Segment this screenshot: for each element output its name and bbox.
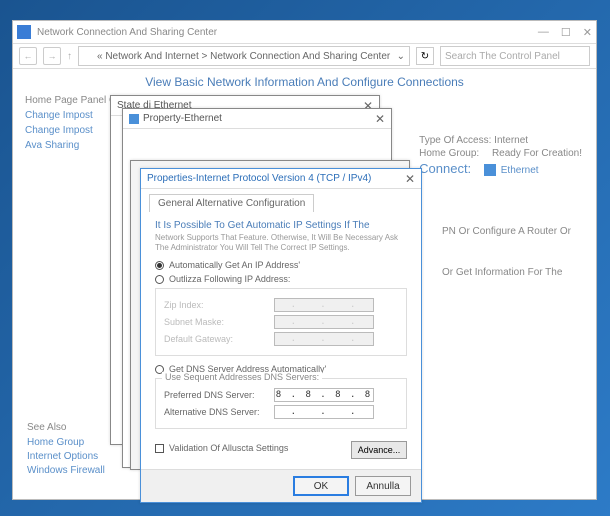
checkbox-icon <box>155 444 164 453</box>
radio-manual-ip[interactable]: Outlizza Following IP Address: <box>155 274 407 284</box>
titlebar: Network Connection And Sharing Center — … <box>13 21 596 43</box>
dialog-body: It Is Possible To Get Automatic IP Setti… <box>141 212 421 467</box>
field-label: Subnet Maske: <box>164 317 274 327</box>
advance-button[interactable]: Advance... <box>351 441 407 459</box>
radio-icon <box>155 261 164 270</box>
radio-label: Automatically Get An IP Address' <box>169 260 300 270</box>
window-controls: — ☐ ✕ <box>538 26 592 39</box>
field-label: Default Gateway: <box>164 334 274 344</box>
info-subtext: Network Supports That Feature. Otherwise… <box>155 233 407 252</box>
see-also: See Also Home Group Internet Options Win… <box>27 422 105 479</box>
homegroup-label: Home Group: <box>419 148 479 159</box>
ok-button[interactable]: OK <box>293 476 349 496</box>
breadcrumb-text: « Network And Internet > Network Connect… <box>97 51 390 62</box>
breadcrumb-icon <box>83 51 93 61</box>
see-also-title: See Also <box>27 422 105 433</box>
hint-text: Or Get Information For The <box>442 267 582 278</box>
connect-row: Connect: Ethernet <box>419 161 582 176</box>
refresh-button[interactable]: ↻ <box>416 47 434 65</box>
validate-row[interactable]: Validation Of Alluscta Settings Advance.… <box>155 437 407 459</box>
dialog-buttons: OK Annulla <box>141 469 421 502</box>
alt-dns-row: Alternative DNS Server: <box>164 405 398 419</box>
connect-label: Connect: <box>419 161 471 176</box>
address-bar[interactable]: « Network And Internet > Network Connect… <box>78 46 410 66</box>
tab-general[interactable]: General Alternative Configuration <box>149 194 314 212</box>
dialog-titlebar: Property-Ethernet ✕ <box>123 109 391 129</box>
network-icon <box>17 25 31 39</box>
radio-auto-ip[interactable]: Automatically Get An IP Address' <box>155 260 407 270</box>
window-title: Network Connection And Sharing Center <box>37 27 217 38</box>
field-label: Zip Index: <box>164 300 274 310</box>
access-type: Type Of Access: Internet <box>419 135 582 146</box>
forward-button[interactable]: → <box>43 47 61 65</box>
connect-value: Ethernet <box>501 165 539 176</box>
ip-address-input <box>274 298 374 312</box>
ethernet-link[interactable]: Ethernet <box>484 165 539 176</box>
radio-icon <box>155 275 164 284</box>
ethernet-icon <box>129 114 139 124</box>
dialog-titlebar: Properties-Internet Protocol Version 4 (… <box>141 169 421 189</box>
cancel-button[interactable]: Annulla <box>355 476 411 496</box>
ethernet-icon <box>484 164 496 176</box>
close-icon[interactable]: ✕ <box>405 172 415 186</box>
gateway-input <box>274 332 374 346</box>
checkbox-label: Validation Of Alluscta Settings <box>169 443 288 453</box>
see-also-link[interactable]: Windows Firewall <box>27 465 105 476</box>
content-header: View Basic Network Information And Confi… <box>25 75 584 89</box>
ip-address-row: Zip Index: <box>164 298 398 312</box>
dialog-title: Property-Ethernet <box>143 113 222 124</box>
minimize-button[interactable]: — <box>538 26 549 39</box>
gateway-row: Default Gateway: <box>164 332 398 346</box>
nav-bar: ← → ↑ « Network And Internet > Network C… <box>13 43 596 69</box>
info-heading: It Is Possible To Get Automatic IP Setti… <box>155 220 407 231</box>
back-button[interactable]: ← <box>19 47 37 65</box>
subnet-mask-input <box>274 315 374 329</box>
radio-label: Outlizza Following IP Address: <box>169 274 290 284</box>
tab-strip: General Alternative Configuration <box>141 189 421 212</box>
maximize-button[interactable]: ☐ <box>561 26 571 39</box>
group-legend: Use Sequent Addresses DNS Servers: <box>162 372 322 382</box>
preferred-dns-row: Preferred DNS Server: <box>164 388 398 402</box>
right-info: Type Of Access: Internet Home Group: Rea… <box>419 133 582 178</box>
subnet-row: Subnet Maske: <box>164 315 398 329</box>
homegroup-row: Home Group: Ready For Creation! <box>419 148 582 159</box>
dropdown-icon[interactable]: ⌄ <box>397 51 405 62</box>
field-label: Alternative DNS Server: <box>164 407 274 417</box>
dialog-title: Properties-Internet Protocol Version 4 (… <box>147 173 371 184</box>
up-icon[interactable]: ↑ <box>67 51 72 62</box>
search-input[interactable]: Search The Control Panel <box>440 46 590 66</box>
alt-dns-input[interactable] <box>274 405 374 419</box>
see-also-link[interactable]: Home Group <box>27 437 105 448</box>
field-label: Preferred DNS Server: <box>164 390 274 400</box>
close-button[interactable]: ✕ <box>583 26 592 39</box>
ipv4-properties-dialog: Properties-Internet Protocol Version 4 (… <box>140 168 422 503</box>
see-also-link[interactable]: Internet Options <box>27 451 105 462</box>
ip-fields-group: Zip Index: Subnet Maske: Default Gateway… <box>155 288 407 356</box>
hint-text: PN Or Configure A Router Or <box>442 226 582 237</box>
dns-fields-group: Use Sequent Addresses DNS Servers: Prefe… <box>155 378 407 429</box>
search-placeholder: Search The Control Panel <box>445 51 560 62</box>
close-icon[interactable]: ✕ <box>375 112 385 126</box>
homegroup-value: Ready For Creation! <box>492 148 582 159</box>
right-hints: PN Or Configure A Router Or Or Get Infor… <box>442 226 582 308</box>
preferred-dns-input[interactable] <box>274 388 374 402</box>
